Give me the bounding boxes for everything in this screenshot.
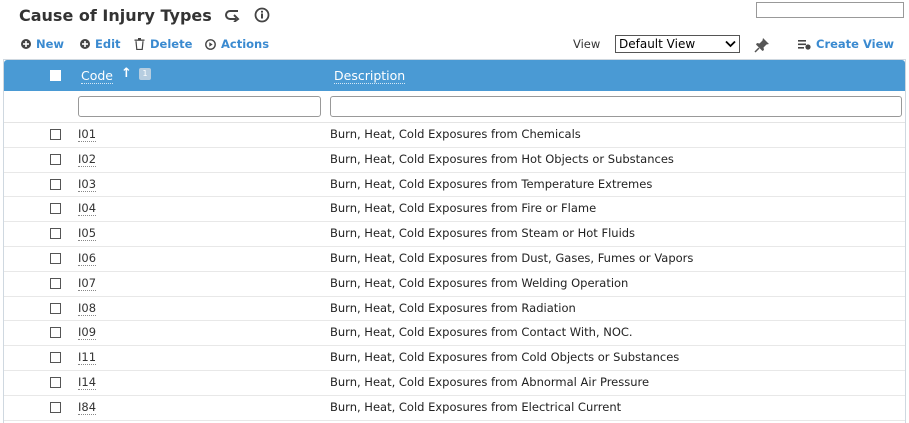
title-bar: Cause of Injury Types <box>19 4 270 26</box>
edit-icon <box>80 39 90 49</box>
table-row[interactable]: I07 Burn, Heat, Cold Exposures from Weldi… <box>4 272 905 297</box>
table-row[interactable]: I01 Burn, Heat, Cold Exposures from Chemi… <box>4 123 905 148</box>
row-code-link[interactable]: I03 <box>78 177 97 192</box>
row-description: Burn, Heat, Cold Exposures from Chemical… <box>330 127 581 141</box>
row-description: Burn, Heat, Cold Exposures from Abnormal… <box>330 374 650 389</box>
row-checkbox[interactable] <box>50 327 61 339</box>
info-icon[interactable] <box>254 7 270 23</box>
new-button[interactable]: New <box>21 37 64 51</box>
row-code-link[interactable]: I05 <box>78 227 97 242</box>
row-description: Burn, Heat, Cold Exposures from Radiatio… <box>330 300 576 315</box>
row-code-link[interactable]: I14 <box>78 375 97 390</box>
column-header-code[interactable]: Code <box>81 68 114 84</box>
row-checkbox[interactable] <box>50 153 61 165</box>
create-view-icon <box>798 39 811 50</box>
row-description: Burn, Heat, Cold Exposures from Temperat… <box>330 176 653 191</box>
row-description: Burn, Heat, Cold Exposures from Welding … <box>330 275 629 290</box>
data-grid: Code ↑ 1 Description I01 Burn, Heat, Cold… <box>3 59 906 423</box>
row-checkbox[interactable] <box>50 252 61 264</box>
row-checkbox[interactable] <box>50 376 61 388</box>
row-code-link[interactable]: I84 <box>78 400 97 415</box>
row-description: Burn, Heat, Cold Exposures from Cold Obj… <box>330 350 680 365</box>
row-code-link[interactable]: I06 <box>78 251 97 266</box>
row-code-link[interactable]: I11 <box>78 351 97 366</box>
chevron-down-icon <box>725 40 736 48</box>
row-checkbox[interactable] <box>50 129 61 140</box>
row-code-link[interactable]: I02 <box>78 152 97 167</box>
row-code-link[interactable]: I07 <box>78 276 97 291</box>
table-row[interactable]: I02 Burn, Heat, Cold Exposures from Hot O… <box>4 148 905 173</box>
create-view-button[interactable]: Create View <box>798 37 894 51</box>
table-row[interactable]: I14 Burn, Heat, Cold Exposures from Abnor… <box>4 371 905 396</box>
table-row[interactable]: I08 Burn, Heat, Cold Exposures from Radia… <box>4 297 905 322</box>
table-row[interactable]: I06 Burn, Heat, Cold Exposures from Dust,… <box>4 247 905 272</box>
row-code-link[interactable]: I01 <box>78 128 97 142</box>
row-checkbox[interactable] <box>50 401 61 413</box>
delete-button[interactable]: Delete <box>134 37 192 51</box>
select-all-checkbox[interactable] <box>50 70 61 81</box>
view-label: View <box>573 37 601 51</box>
view-select[interactable]: Default View <box>615 35 740 53</box>
new-label: New <box>36 37 65 51</box>
code-filter-input[interactable] <box>78 96 321 117</box>
grid-header: Code ↑ 1 Description <box>4 60 905 91</box>
row-checkbox[interactable] <box>50 178 61 190</box>
table-row[interactable]: I09 Burn, Heat, Cold Exposures from Conta… <box>4 321 905 347</box>
row-code-link[interactable]: I08 <box>78 301 97 316</box>
row-code-link[interactable]: I09 <box>78 326 97 341</box>
column-header-description[interactable]: Description <box>334 68 406 84</box>
page-title: Cause of Injury Types <box>19 5 212 25</box>
global-search-input[interactable] <box>756 2 904 18</box>
row-checkbox[interactable] <box>50 277 61 289</box>
table-row[interactable]: I84 Burn, Heat, Cold Exposures from Elect… <box>4 396 905 421</box>
row-description: Burn, Heat, Cold Exposures from Hot Obje… <box>330 151 674 166</box>
grid-body: I01 Burn, Heat, Cold Exposures from Chemi… <box>4 123 905 421</box>
pin-icon[interactable] <box>754 37 770 56</box>
trash-icon <box>134 38 145 50</box>
row-description: Burn, Heat, Cold Exposures from Dust, Ga… <box>330 250 694 265</box>
create-view-label: Create View <box>816 37 895 51</box>
row-checkbox[interactable] <box>50 203 61 215</box>
edit-label: Edit <box>95 37 121 51</box>
return-icon[interactable] <box>224 8 242 22</box>
filter-row <box>4 91 905 123</box>
table-row[interactable]: I03 Burn, Heat, Cold Exposures from Tempe… <box>4 173 905 198</box>
row-description: Burn, Heat, Cold Exposures from Fire or … <box>330 201 597 216</box>
play-circle-icon <box>205 38 216 50</box>
sort-order-badge: 1 <box>139 68 151 80</box>
actions-button[interactable]: Actions <box>205 37 269 51</box>
row-description: Burn, Heat, Cold Exposures from Electric… <box>330 399 622 414</box>
row-checkbox[interactable] <box>50 228 61 240</box>
toolbar: New Edit Delete Actions View Default Vie… <box>0 35 909 55</box>
sort-ascending-icon[interactable]: ↑ <box>121 66 132 81</box>
row-code-link[interactable]: I04 <box>78 202 97 217</box>
table-row[interactable]: I04 Burn, Heat, Cold Exposures from Fire … <box>4 197 905 223</box>
actions-label: Actions <box>221 37 270 51</box>
table-row[interactable]: I11 Burn, Heat, Cold Exposures from Cold … <box>4 346 905 371</box>
table-row[interactable]: I05 Burn, Heat, Cold Exposures from Steam… <box>4 222 905 247</box>
row-description: Burn, Heat, Cold Exposures from Contact … <box>330 325 633 340</box>
row-checkbox[interactable] <box>50 352 61 364</box>
row-checkbox[interactable] <box>50 302 61 314</box>
description-filter-input[interactable] <box>330 96 902 117</box>
view-select-value: Default View <box>619 37 696 51</box>
row-description: Burn, Heat, Cold Exposures from Steam or… <box>330 226 636 241</box>
edit-button[interactable]: Edit <box>80 37 121 51</box>
delete-label: Delete <box>150 37 193 51</box>
plus-circle-icon <box>21 39 31 49</box>
